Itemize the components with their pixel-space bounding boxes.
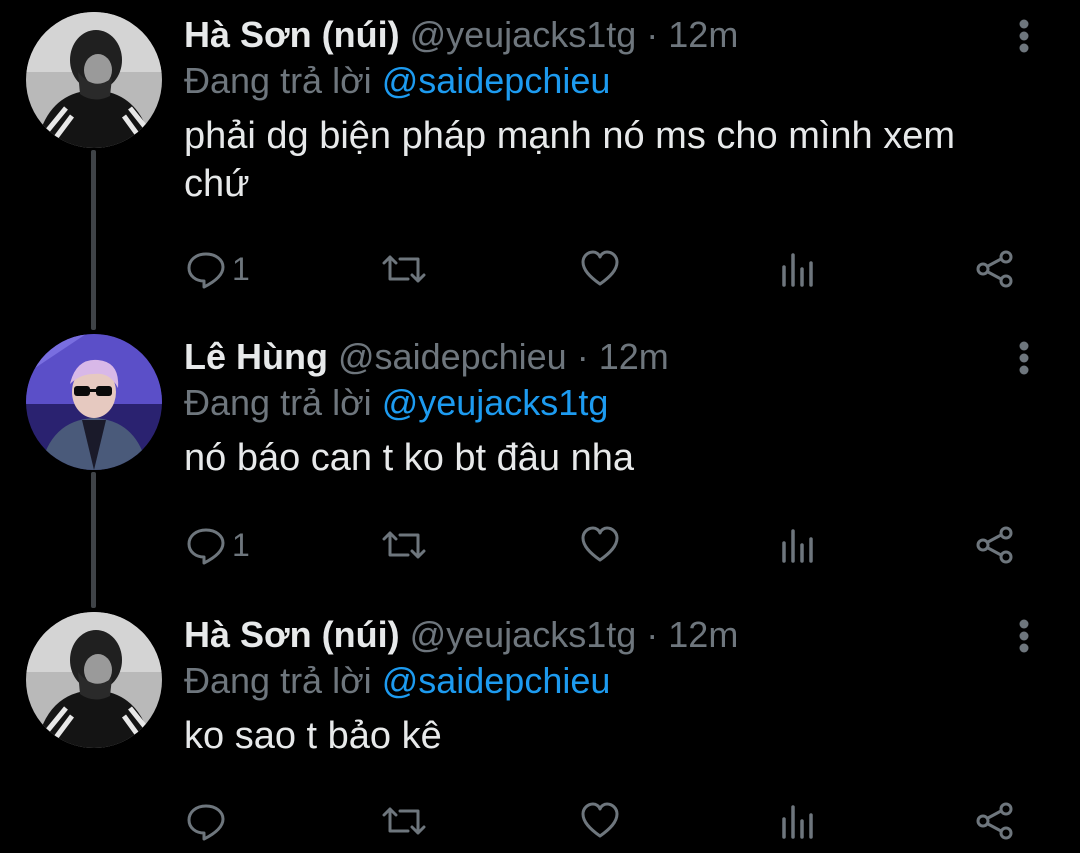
reply-count: 1	[232, 250, 250, 287]
retweet-icon	[382, 801, 426, 841]
analytics-button[interactable]	[778, 246, 818, 292]
analytics-button[interactable]	[778, 798, 818, 844]
share-icon	[974, 525, 1016, 565]
user-avatar-purple-sunglasses-icon	[26, 334, 162, 470]
reply-button[interactable]	[186, 798, 232, 844]
action-bar: 1	[184, 246, 1034, 292]
timestamp[interactable]: 12m	[668, 614, 738, 655]
replying-to: Đang trả lời @yeujacks1tg	[184, 380, 608, 426]
replying-to-label: Đang trả lời	[184, 660, 372, 701]
avatar[interactable]	[26, 334, 162, 470]
separator: ·	[646, 14, 659, 55]
heart-icon	[580, 249, 620, 289]
tweet-header: Hà Sơn (núi) @yeujacks1tg · 12m	[184, 12, 738, 58]
tweet-text: nó báo can t ko bt đâu nha	[184, 437, 635, 479]
heart-icon	[580, 525, 620, 565]
timestamp[interactable]: 12m	[668, 14, 738, 55]
more-vertical-icon[interactable]	[1008, 614, 1040, 658]
more-vertical-icon[interactable]	[1008, 336, 1040, 380]
tweet-text: phải dg biện pháp mạnh nó ms cho mình xe…	[184, 115, 956, 205]
like-button[interactable]	[580, 522, 620, 568]
tweet-header: Lê Hùng @saidepchieu · 12m	[184, 334, 669, 380]
reply-button[interactable]: 1	[186, 522, 250, 568]
replying-to-handle[interactable]: @saidepchieu	[382, 60, 611, 101]
separator: ·	[576, 336, 589, 377]
more-vertical-icon[interactable]	[1008, 14, 1040, 58]
display-name[interactable]: Hà Sơn (núi)	[184, 14, 400, 55]
username[interactable]: @yeujacks1tg	[410, 14, 637, 55]
analytics-button[interactable]	[778, 522, 818, 568]
avatar[interactable]	[26, 612, 162, 748]
user-avatar-bw-hoodie-icon	[26, 612, 162, 748]
replying-to-label: Đang trả lời	[184, 60, 372, 101]
reply-count: 1	[232, 526, 250, 563]
share-button[interactable]	[974, 246, 1016, 292]
reply-button[interactable]: 1	[186, 246, 250, 292]
share-button[interactable]	[974, 522, 1016, 568]
replying-to-label: Đang trả lời	[184, 382, 372, 423]
share-button[interactable]	[974, 798, 1016, 844]
heart-icon	[580, 801, 620, 841]
analytics-icon	[778, 801, 818, 841]
timestamp[interactable]: 12m	[599, 336, 669, 377]
like-button[interactable]	[580, 246, 620, 292]
replying-to: Đang trả lời @saidepchieu	[184, 658, 610, 704]
retweet-icon	[382, 525, 426, 565]
analytics-icon	[778, 249, 818, 289]
separator: ·	[646, 614, 659, 655]
user-avatar-bw-hoodie-icon	[26, 12, 162, 148]
reply-icon	[186, 801, 226, 841]
retweet-button[interactable]	[382, 246, 426, 292]
thread-connector	[91, 150, 96, 330]
analytics-icon	[778, 525, 818, 565]
share-icon	[974, 801, 1016, 841]
tweet-header: Hà Sơn (núi) @yeujacks1tg · 12m	[184, 612, 738, 658]
action-bar: 1	[184, 522, 1034, 568]
like-button[interactable]	[580, 798, 620, 844]
replying-to: Đang trả lời @saidepchieu	[184, 58, 610, 104]
display-name[interactable]: Lê Hùng	[184, 336, 328, 377]
username[interactable]: @yeujacks1tg	[410, 614, 637, 655]
replying-to-handle[interactable]: @yeujacks1tg	[382, 382, 609, 423]
tweet-text: ko sao t bảo kê	[184, 715, 442, 757]
username[interactable]: @saidepchieu	[338, 336, 567, 377]
action-bar	[184, 798, 1034, 844]
share-icon	[974, 249, 1016, 289]
reply-icon	[186, 525, 226, 565]
retweet-button[interactable]	[382, 798, 426, 844]
display-name[interactable]: Hà Sơn (núi)	[184, 614, 400, 655]
thread-connector	[91, 472, 96, 608]
avatar[interactable]	[26, 12, 162, 148]
retweet-button[interactable]	[382, 522, 426, 568]
reply-icon	[186, 249, 226, 289]
replying-to-handle[interactable]: @saidepchieu	[382, 660, 611, 701]
retweet-icon	[382, 249, 426, 289]
